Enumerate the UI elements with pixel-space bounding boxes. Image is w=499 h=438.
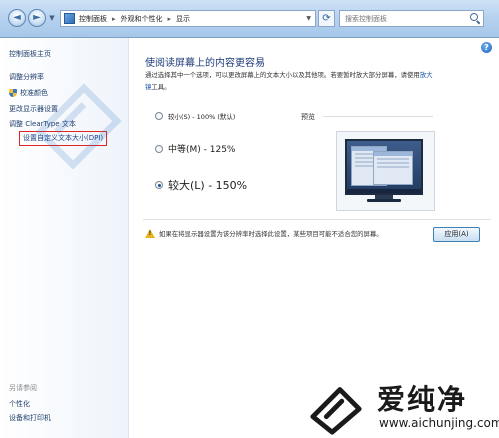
- preview-taskbar: [347, 189, 421, 193]
- breadcrumb-item[interactable]: 显示: [176, 14, 190, 24]
- forward-button[interactable]: ►: [28, 9, 46, 27]
- breadcrumb-item[interactable]: 控制面板: [79, 14, 107, 24]
- radio-button-selected[interactable]: [155, 181, 163, 189]
- preview-window: [373, 151, 413, 185]
- breadcrumb-item[interactable]: 外观和个性化: [121, 14, 163, 24]
- page-description: 通过选择其中一个选项，可以更改屏幕上的文本大小以及其他项。若要暂时放大部分屏幕，…: [145, 69, 489, 93]
- breadcrumb-separator[interactable]: ▸: [168, 15, 172, 23]
- sidebar-item-home[interactable]: 控制面板主页: [9, 49, 51, 59]
- watermark-url: www.aichunjing.com: [379, 416, 499, 430]
- watermark-logo-icon: [310, 387, 362, 435]
- preview-image: [336, 131, 435, 211]
- arrow-left-icon: ◄: [13, 12, 21, 23]
- left-nav-pane: 控制面板主页 调整分辨率 校准颜色 更改显示器设置 调整 ClearType 文…: [0, 38, 129, 438]
- control-panel-icon: [64, 13, 75, 24]
- monitor-preview: [345, 139, 423, 195]
- breadcrumb[interactable]: 控制面板 ▸ 外观和个性化 ▸ 显示 ▼: [60, 10, 316, 27]
- option-smaller[interactable]: 较小(S) - 100% (默认): [155, 111, 235, 121]
- sidebar-item-personalization[interactable]: 个性化: [9, 399, 30, 409]
- page-title: 使阅读屏幕上的内容更容易: [145, 58, 265, 69]
- radio-button[interactable]: [155, 144, 163, 153]
- search-input[interactable]: [339, 10, 484, 27]
- shield-icon: [9, 89, 17, 97]
- address-dropdown-icon[interactable]: ▼: [306, 15, 311, 22]
- sidebar-item-resolution[interactable]: 调整分辨率: [9, 72, 44, 82]
- refresh-icon: ⟳: [322, 13, 331, 24]
- apply-button[interactable]: 应用(A): [433, 227, 480, 242]
- help-icon[interactable]: ?: [481, 42, 492, 53]
- watermark: 爱纯净 www.aichunjing.com: [299, 373, 499, 438]
- sidebar-item-custom-dpi[interactable]: 设置自定义文本大小(DPI): [19, 131, 108, 146]
- description-text: 通过选择其中一个选项，可以更改屏幕上的文本大小以及其他项。若要暂时放大部分屏幕，…: [145, 71, 420, 79]
- option-label: 中等(M) - 125%: [168, 145, 236, 155]
- search-icon[interactable]: [470, 13, 478, 21]
- warning-text: 如果在将显示器设置为该分辨率时选择此设置，某些项目可能不适合您的屏幕。: [159, 230, 383, 238]
- sidebar-item-label: 校准颜色: [20, 89, 48, 97]
- warning-icon-mark: !: [148, 230, 152, 237]
- sidebar-item-display-settings[interactable]: 更改显示器设置: [9, 104, 58, 114]
- sidebar-item-calibrate[interactable]: 校准颜色: [9, 88, 48, 98]
- arrow-right-icon: ►: [33, 12, 41, 23]
- preview-label: 预览: [301, 113, 315, 121]
- option-label: 较大(L) - 150%: [168, 179, 248, 192]
- monitor-base: [367, 199, 401, 202]
- option-larger[interactable]: 较大(L) - 150%: [155, 177, 247, 193]
- divider: [143, 219, 491, 220]
- watermark-brand: 爱纯净: [377, 383, 468, 416]
- option-medium[interactable]: 中等(M) - 125%: [155, 142, 236, 155]
- magnifier-link[interactable]: 放大: [420, 71, 433, 79]
- description-text: 工具。: [151, 83, 171, 91]
- recent-pages-dropdown[interactable]: ▼: [48, 14, 56, 22]
- breadcrumb-separator[interactable]: ▸: [112, 15, 116, 23]
- refresh-button[interactable]: ⟳: [318, 10, 335, 27]
- back-button[interactable]: ◄: [8, 9, 26, 27]
- radio-button[interactable]: [155, 112, 163, 120]
- address-bar: ◄ ► ▼ 控制面板 ▸ 外观和个性化 ▸ 显示 ▼ ⟳: [0, 0, 499, 38]
- sidebar-item-cleartype[interactable]: 调整 ClearType 文本: [9, 119, 76, 129]
- option-label: 较小(S) - 100% (默认): [168, 113, 236, 121]
- preview-divider: [323, 116, 433, 117]
- sidebar-item-devices-printers[interactable]: 设备和打印机: [9, 413, 51, 423]
- see-also-heading: 另请参阅: [9, 384, 37, 392]
